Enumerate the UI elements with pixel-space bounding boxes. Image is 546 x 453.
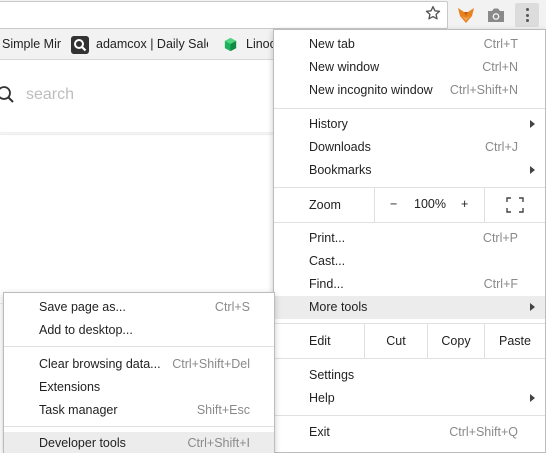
menu-item-print[interactable]: Print... Ctrl+P: [274, 227, 545, 250]
menu-item-label: Find...: [309, 277, 344, 291]
menu-item-cast[interactable]: Cast...: [274, 250, 545, 273]
menu-item-label: History: [309, 117, 348, 131]
bookmark-adamcox[interactable]: adamcox | Daily Sales: [96, 37, 208, 53]
zoom-label: Zoom: [309, 198, 341, 212]
zoom-out-button[interactable]: −: [390, 197, 397, 211]
omnibox[interactable]: [0, 1, 448, 29]
star-icon[interactable]: [424, 4, 442, 22]
menu-item-more-tools[interactable]: More tools: [274, 296, 545, 319]
menu-divider: [274, 222, 545, 223]
menu-dot: [525, 19, 529, 22]
menu-dot: [525, 13, 529, 17]
camera-icon[interactable]: [486, 6, 506, 24]
zoom-row: Zoom − 100% +: [274, 188, 545, 222]
menu-item-add-to-desktop[interactable]: Add to desktop...: [4, 319, 274, 342]
menu-item-shortcut: Ctrl+N: [482, 60, 518, 74]
menu-item-shortcut: Ctrl+P: [482, 231, 518, 245]
menu-divider: [4, 426, 274, 427]
three-dots-menu-icon: [525, 8, 529, 11]
search-input[interactable]: [26, 83, 226, 107]
menu-item-bookmarks[interactable]: Bookmarks: [274, 159, 545, 182]
fullscreen-icon[interactable]: [506, 197, 524, 213]
bookmark-simple-mir[interactable]: Simple Mir: [2, 37, 64, 53]
menu-item-label: Save page as...: [39, 300, 126, 314]
magnifier-bookmark-icon: [71, 36, 89, 54]
menu-item-label: Downloads: [309, 140, 371, 154]
menu-item-new-window[interactable]: New window Ctrl+N: [274, 56, 545, 79]
menu-item-label: Clear browsing data...: [39, 357, 161, 371]
menu-item-find[interactable]: Find... Ctrl+F: [274, 273, 545, 296]
menu-item-shortcut: Ctrl+Shift+Q: [449, 425, 518, 439]
menu-item-history[interactable]: History: [274, 113, 545, 136]
menu-item-new-tab[interactable]: New tab Ctrl+T: [274, 33, 545, 56]
menu-item-label: Exit: [309, 425, 330, 439]
zoom-value: 100%: [414, 197, 446, 211]
chrome-menu-button[interactable]: [515, 3, 539, 27]
edit-row: Edit Cut Copy Paste: [274, 324, 545, 358]
menu-item-shortcut: Shift+Esc: [196, 403, 250, 417]
menu-item-new-incognito[interactable]: New incognito window Ctrl+Shift+N: [274, 79, 545, 102]
menu-item-label: New incognito window: [309, 83, 433, 97]
menu-item-label: Cast...: [309, 254, 346, 268]
menu-item-task-manager[interactable]: Task manager Shift+Esc: [4, 399, 274, 422]
menu-item-label: Extensions: [39, 380, 101, 394]
linode-cube-icon: [224, 37, 237, 52]
menu-item-extensions[interactable]: Extensions: [4, 376, 274, 399]
menu-item-clear-browsing-data[interactable]: Clear browsing data... Ctrl+Shift+Del: [4, 353, 274, 376]
menu-item-shortcut: Ctrl+J: [485, 140, 518, 154]
menu-item-settings[interactable]: Settings: [274, 364, 545, 387]
menu-item-label: Task manager: [39, 403, 118, 417]
menu-divider: [274, 108, 545, 109]
menu-divider: [4, 346, 274, 347]
menu-item-label: Developer tools: [39, 436, 126, 450]
menu-item-shortcut: Ctrl+Shift+N: [449, 83, 518, 97]
menu-item-save-page[interactable]: Save page as... Ctrl+S: [4, 296, 274, 319]
menu-item-label: More tools: [309, 300, 368, 314]
menu-divider: [274, 358, 545, 359]
submenu-arrow-icon: [530, 120, 535, 128]
paste-button[interactable]: Paste: [484, 324, 545, 358]
chrome-main-menu: New tab Ctrl+T New window Ctrl+N New inc…: [273, 29, 546, 453]
menu-item-label: New tab: [309, 37, 355, 51]
menu-item-label: Bookmarks: [309, 163, 372, 177]
bookmark-linoc[interactable]: Linoc: [246, 37, 274, 53]
cut-button[interactable]: Cut: [364, 324, 427, 358]
menu-item-downloads[interactable]: Downloads Ctrl+J: [274, 136, 545, 159]
submenu-arrow-icon: [530, 394, 535, 402]
menu-item-shortcut: Ctrl+T: [483, 37, 518, 51]
content-card: [0, 134, 276, 304]
menu-item-exit[interactable]: Exit Ctrl+Shift+Q: [274, 421, 545, 444]
menu-item-label: Settings: [309, 368, 355, 382]
menu-item-shortcut: Ctrl+Shift+Del: [172, 357, 250, 371]
edit-label: Edit: [309, 334, 331, 348]
menu-item-label: Add to desktop...: [39, 323, 133, 337]
browser-toolbar: [0, 0, 546, 30]
menu-item-shortcut: Ctrl+Shift+I: [187, 436, 250, 450]
menu-item-shortcut: Ctrl+F: [483, 277, 518, 291]
zoom-in-button[interactable]: +: [461, 197, 468, 211]
submenu-arrow-icon: [530, 303, 535, 311]
copy-button[interactable]: Copy: [427, 324, 484, 358]
menu-item-shortcut: Ctrl+S: [214, 300, 250, 314]
menu-item-developer-tools[interactable]: Developer tools Ctrl+Shift+I: [4, 432, 274, 453]
search-icon: [0, 86, 14, 103]
submenu-arrow-icon: [530, 166, 535, 174]
more-tools-submenu: Save page as... Ctrl+S Add to desktop...…: [3, 292, 275, 453]
menu-divider: [274, 415, 545, 416]
menu-item-label: New window: [309, 60, 380, 74]
fox-extension-icon[interactable]: [456, 5, 476, 25]
menu-item-label: Help: [309, 391, 335, 405]
menu-item-label: Print...: [309, 231, 346, 245]
menu-item-help[interactable]: Help: [274, 387, 545, 410]
